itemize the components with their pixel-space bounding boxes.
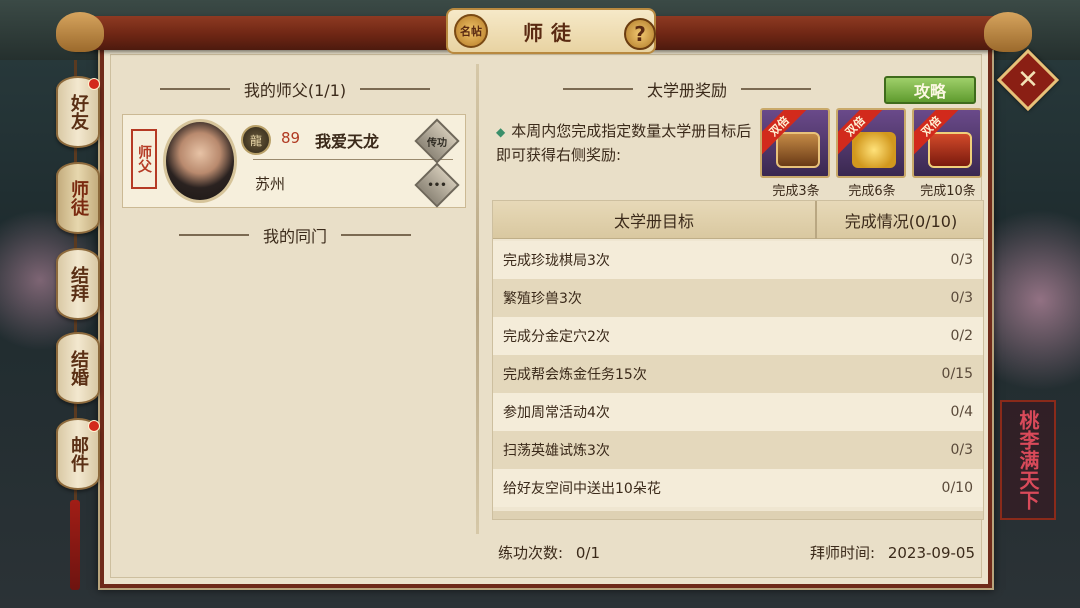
avatar[interactable] (163, 119, 237, 203)
master-city: 苏州 (255, 175, 286, 193)
reward-label: 完成3条 (772, 184, 820, 199)
question-icon: ? (634, 22, 646, 46)
tab-sworn-brothers[interactable]: 结拜 (56, 248, 100, 320)
table-header: 太学册目标 完成情况(0/10) (493, 201, 983, 239)
tab-master-apprentice[interactable]: 师徒 (56, 162, 100, 234)
goals-table[interactable]: 太学册目标 完成情况(0/10) 完成珍珑棋局3次 0/3 繁殖珍兽3次 0/3… (492, 200, 984, 520)
reward-box[interactable]: 双倍 (912, 108, 982, 178)
master-card[interactable]: 师父 龍 89 我爱天龙 苏州 传功 ••• (122, 114, 466, 208)
ellipsis-icon: ••• (427, 179, 447, 191)
help-button[interactable]: ? (624, 18, 656, 50)
table-row: 完成珍珑棋局3次 0/3 (493, 241, 983, 279)
transfer-power-label: 传功 (427, 137, 447, 149)
task-progress: 0/3 (950, 290, 973, 306)
seal-text: 名帖 (460, 25, 482, 38)
task-name: 给好友空间中送出10朵花 (503, 481, 661, 497)
table-row: 给好友空间中送出10朵花 0/10 (493, 469, 983, 507)
task-progress: 0/2 (950, 328, 973, 344)
practice-count: 练功次数: 0/1 (498, 542, 600, 563)
transfer-power-button[interactable]: 传功 (414, 118, 460, 164)
seal-icon: 名帖 (454, 14, 488, 48)
tab-mail[interactable]: 邮件 (56, 418, 100, 490)
apprentice-date-label: 拜师时间: (810, 544, 876, 562)
tab-mail-label: 邮件 (68, 436, 89, 472)
notification-dot-icon (88, 78, 100, 90)
decor-plaque-text: 桃李满天下 (1016, 410, 1040, 510)
left-column: 我的师父(1/1) 师父 龍 89 我爱天龙 苏州 传功 ••• 我的同门 (122, 72, 468, 572)
decor-plaque: 桃李满天下 (1000, 400, 1056, 520)
table-row: 参加周常活动4次 0/4 (493, 393, 983, 431)
tab-sworn-brothers-label: 结拜 (68, 266, 89, 302)
master-tag: 师父 (131, 129, 157, 189)
table-row: 完成分金定穴2次 0/2 (493, 317, 983, 355)
gold-ingot-icon (852, 132, 896, 168)
task-progress: 0/15 (941, 366, 973, 382)
task-progress: 0/10 (941, 480, 973, 496)
reward-description-text: 本周内您完成指定数量太学册目标后即可获得右侧奖励: (496, 122, 752, 164)
master-name: 我爱天龙 (315, 132, 380, 151)
column-header-goal-text: 太学册目标 (613, 212, 694, 231)
column-header-status: 完成情况(0/10) (817, 201, 983, 239)
task-name: 参加周常活动4次 (503, 405, 610, 421)
diamond-bullet-icon: ◆ (496, 125, 506, 139)
tassel-decoration (70, 500, 80, 590)
column-divider (476, 64, 479, 534)
right-column: 太学册奖励 攻略 ◆ 本周内您完成指定数量太学册目标后即可获得右侧奖励: 双倍 完… (492, 72, 986, 572)
master-level: 89 (281, 129, 301, 147)
task-progress: 0/4 (950, 404, 973, 420)
column-header-status-text: 完成情况(0/10) (844, 212, 958, 231)
name-divider (253, 159, 453, 160)
reward-item-1[interactable]: 双倍 完成3条 (760, 108, 832, 199)
table-rows: 完成珍珑棋局3次 0/3 繁殖珍兽3次 0/3 完成分金定穴2次 0/2 完成帮… (493, 241, 983, 507)
task-name: 扫荡英雄试炼3次 (503, 443, 610, 459)
reward-item-3[interactable]: 双倍 完成10条 (912, 108, 984, 199)
task-name: 完成帮会炼金任务15次 (503, 367, 647, 383)
reward-box[interactable]: 双倍 (836, 108, 906, 178)
reward-label: 完成6条 (848, 184, 896, 199)
strategy-label: 攻略 (913, 82, 946, 101)
reward-box[interactable]: 双倍 (760, 108, 830, 178)
task-name: 完成分金定穴2次 (503, 329, 610, 345)
task-name: 完成珍珑棋局3次 (503, 253, 610, 269)
table-row: 繁殖珍兽3次 0/3 (493, 279, 983, 317)
tab-marriage-label: 结婚 (68, 350, 89, 386)
master-heading-text: 我的师父(1/1) (243, 81, 347, 100)
table-row: 完成帮会炼金任务15次 0/15 (493, 355, 983, 393)
tab-master-apprentice-label: 师徒 (68, 180, 89, 216)
table-scroll-edge (493, 511, 983, 519)
red-chest-icon (928, 132, 972, 168)
task-name: 繁殖珍兽3次 (503, 291, 582, 307)
tab-marriage[interactable]: 结婚 (56, 332, 100, 404)
reward-description: ◆ 本周内您完成指定数量太学册目标后即可获得右侧奖励: (496, 120, 756, 167)
reward-heading-text: 太学册奖励 (646, 81, 727, 100)
apprentice-date: 拜师时间: 2023-09-05 (810, 542, 975, 563)
reward-item-2[interactable]: 双倍 完成6条 (836, 108, 908, 199)
more-options-button[interactable]: ••• (414, 162, 460, 208)
classmates-heading: 我的同门 (122, 220, 468, 250)
reward-label: 完成10条 (920, 184, 976, 199)
dragon-badge-icon: 龍 (241, 125, 271, 155)
reward-heading: 太学册奖励 (492, 74, 882, 104)
tab-friends-label: 好友 (68, 94, 89, 130)
apprentice-date-value: 2023-09-05 (887, 544, 976, 562)
column-header-goal: 太学册目标 (493, 201, 815, 239)
window-title-text: 师徒 (523, 20, 579, 45)
strategy-button[interactable]: 攻略 (884, 76, 976, 104)
notification-dot-icon (88, 420, 100, 432)
table-row: 扫荡英雄试炼3次 0/3 (493, 431, 983, 469)
treasure-chest-icon (776, 132, 820, 168)
task-progress: 0/3 (950, 252, 973, 268)
practice-count-label: 练功次数: (498, 544, 564, 562)
master-heading: 我的师父(1/1) (122, 74, 468, 104)
beam-end-left (56, 12, 104, 52)
master-tag-text: 师父 (136, 145, 152, 173)
tab-friends[interactable]: 好友 (56, 76, 100, 148)
beam-end-right (984, 12, 1032, 52)
practice-count-value: 0/1 (575, 544, 600, 562)
classmates-heading-text: 我的同门 (262, 227, 327, 246)
task-progress: 0/3 (950, 442, 973, 458)
close-icon: ✕ (1017, 65, 1039, 95)
